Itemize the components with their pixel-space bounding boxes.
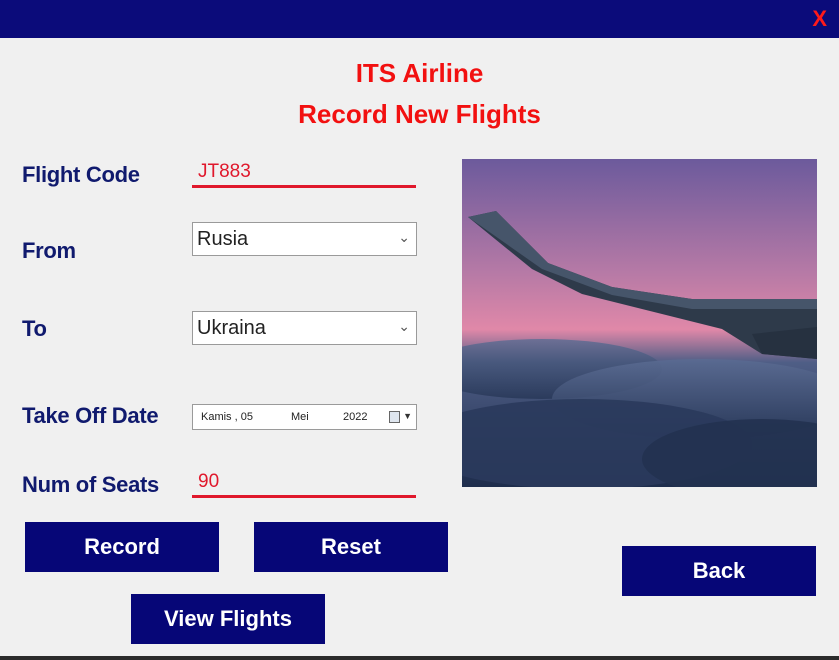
from-value: Rusia bbox=[197, 228, 249, 250]
num-of-seats-input[interactable] bbox=[192, 469, 416, 498]
to-select[interactable]: Ukraina ⌄ bbox=[192, 311, 417, 345]
reset-button[interactable]: Reset bbox=[254, 522, 448, 572]
chevron-down-icon[interactable]: ⌄ bbox=[398, 229, 410, 246]
take-off-date-picker[interactable]: Kamis , 05 Mei 2022 ▼ bbox=[192, 404, 417, 430]
chevron-down-icon[interactable]: ▼ bbox=[403, 411, 412, 421]
page-title: Record New Flights bbox=[298, 99, 541, 129]
take-off-date-label: Take Off Date bbox=[22, 403, 159, 428]
flight-record-window: X ITS Airline Record New Flights Flight … bbox=[0, 0, 839, 656]
to-label: To bbox=[22, 316, 47, 341]
date-month[interactable]: Mei bbox=[291, 411, 309, 423]
view-flights-button[interactable]: View Flights bbox=[131, 594, 325, 644]
from-label: From bbox=[22, 238, 76, 263]
flight-code-label: Flight Code bbox=[22, 162, 140, 187]
airplane-wing-photo bbox=[462, 159, 817, 487]
close-button[interactable]: X bbox=[812, 6, 827, 32]
app-title: ITS Airline bbox=[355, 58, 484, 88]
to-value: Ukraina bbox=[197, 317, 266, 339]
date-day[interactable]: Kamis , 05 bbox=[201, 411, 253, 423]
calendar-icon[interactable] bbox=[389, 411, 400, 423]
chevron-down-icon[interactable]: ⌄ bbox=[398, 318, 410, 335]
from-select[interactable]: Rusia ⌄ bbox=[192, 222, 417, 256]
date-year[interactable]: 2022 bbox=[343, 411, 367, 423]
back-button[interactable]: Back bbox=[622, 546, 816, 596]
flight-code-input[interactable] bbox=[192, 159, 416, 188]
record-button[interactable]: Record bbox=[25, 522, 219, 572]
num-of-seats-label: Num of Seats bbox=[22, 472, 159, 497]
title-bar: X bbox=[0, 0, 839, 38]
airplane-wing-image bbox=[462, 159, 817, 487]
